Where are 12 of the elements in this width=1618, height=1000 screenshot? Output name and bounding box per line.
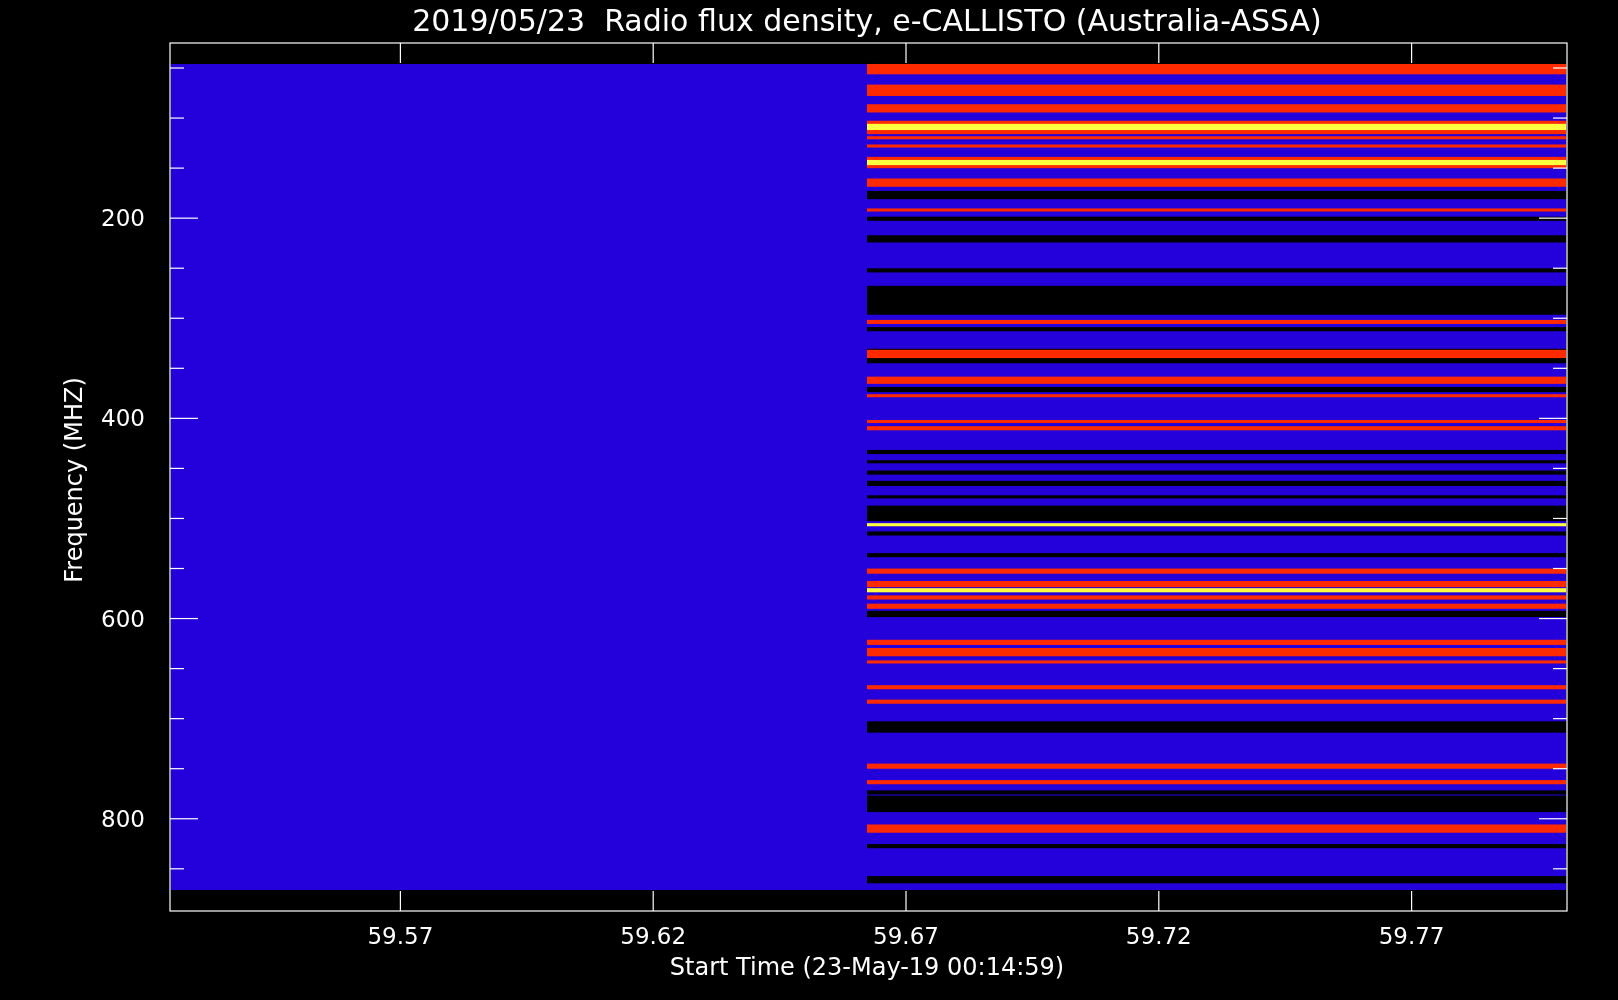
axis-tick-label: 200 — [101, 205, 145, 232]
axis-tick-label: 59.67 — [873, 923, 939, 949]
axis-tick-label: 59.77 — [1378, 923, 1445, 949]
axis-label: Frequency (MHZ) — [60, 377, 88, 583]
axis-tick-label: 600 — [101, 605, 145, 632]
axis-tick-label: 400 — [101, 405, 145, 432]
axis-tick-label: 59.62 — [620, 923, 687, 949]
axis-tick-label: 59.57 — [367, 923, 434, 949]
chart-title: 2019/05/23 Radio flux density, e-CALLISTO (Australia-ASSA) — [412, 3, 1322, 38]
axis-label: Start Time (23-May-19 00:14:59) — [669, 953, 1065, 981]
axis-tick-label: 59.72 — [1125, 923, 1192, 949]
axis-tick-label: 800 — [101, 805, 145, 832]
